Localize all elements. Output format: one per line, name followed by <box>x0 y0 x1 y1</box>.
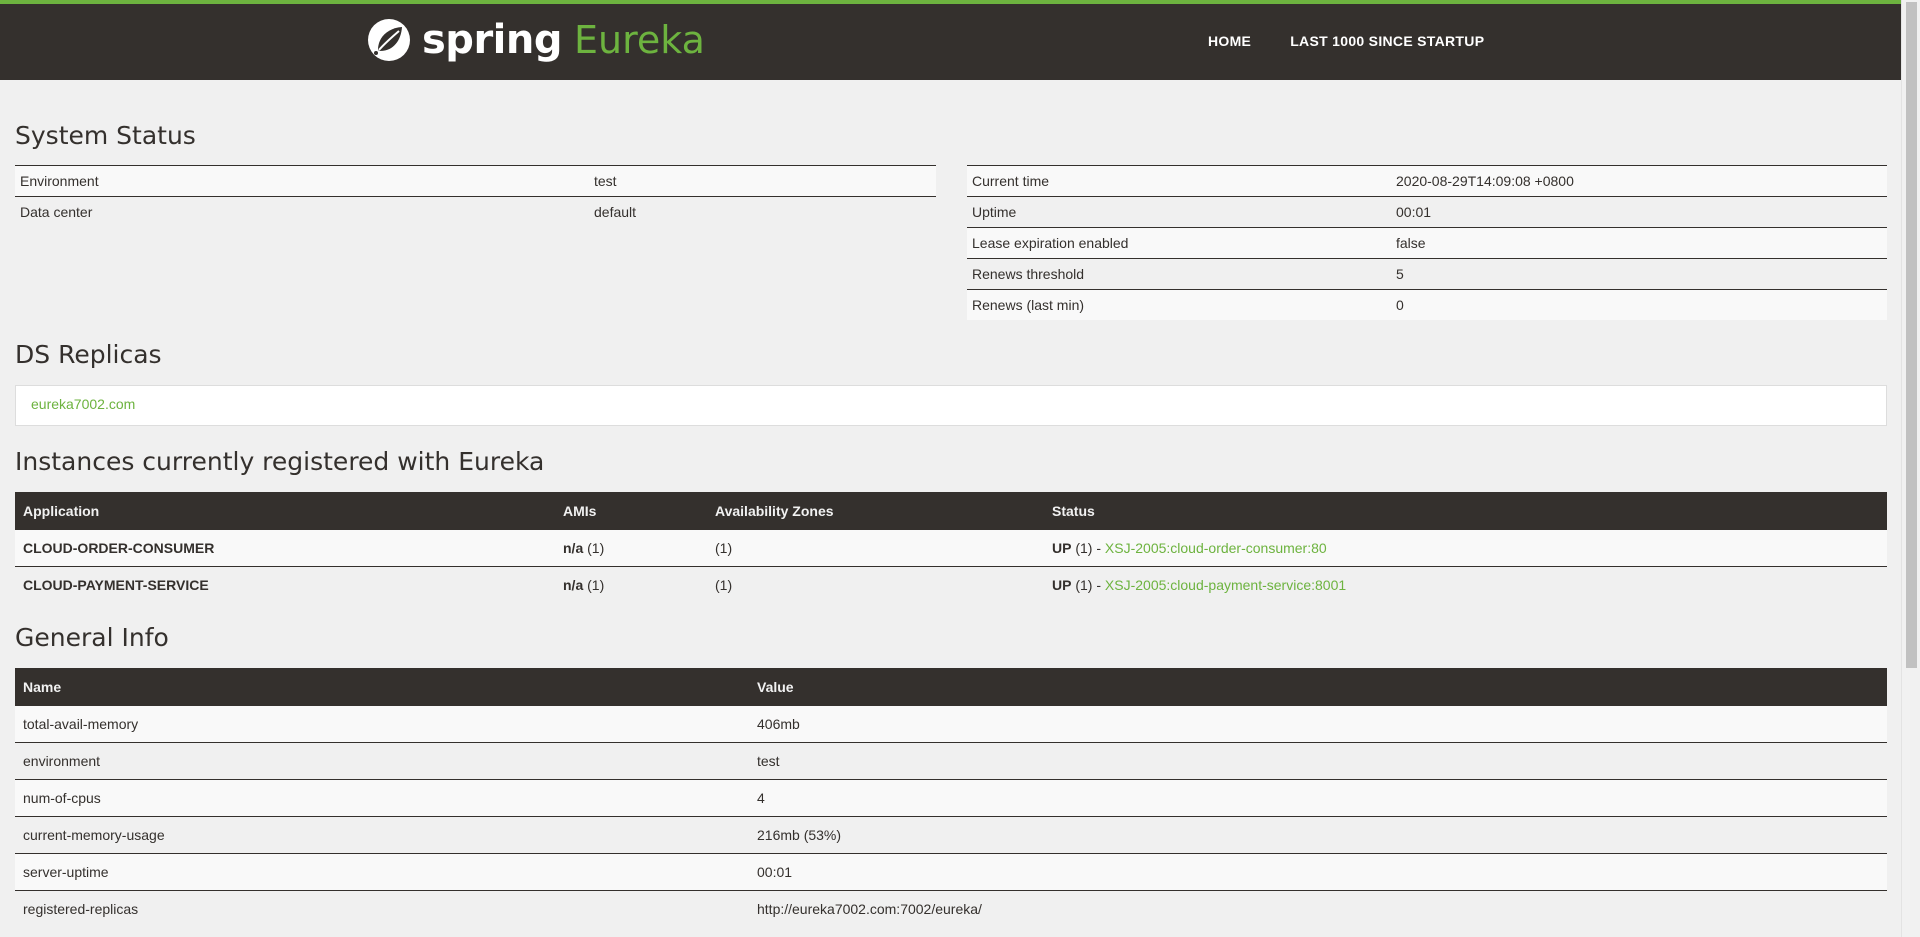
status-up: UP <box>1052 540 1072 556</box>
nav-links: HOME LAST 1000 SINCE STARTUP <box>1208 33 1484 49</box>
info-value: 4 <box>749 779 1887 817</box>
col-amis: AMIs <box>555 492 707 530</box>
info-name: num-of-cpus <box>15 779 749 817</box>
datacenter-label: Data center <box>15 196 589 227</box>
table-header-row: Application AMIs Availability Zones Stat… <box>15 492 1887 530</box>
table-row: Environment test <box>15 165 936 197</box>
ami-count: (1) <box>583 540 605 556</box>
lease-expiration-value: false <box>1391 227 1887 259</box>
table-row: Data center default <box>15 196 936 227</box>
uptime-label: Uptime <box>967 196 1391 228</box>
app-name: CLOUD-PAYMENT-SERVICE <box>15 566 555 603</box>
current-time-label: Current time <box>967 165 1391 197</box>
status-count: (1) - <box>1071 577 1105 593</box>
table-row: Current time 2020-08-29T14:09:08 +0800 <box>967 165 1887 197</box>
ami-na: n/a <box>563 540 584 556</box>
top-navbar: spring Eureka HOME LAST 1000 SINCE START… <box>0 0 1901 80</box>
table-row: Uptime 00:01 <box>967 196 1887 228</box>
table-row: environment test <box>15 742 1887 780</box>
info-value: 00:01 <box>749 853 1887 891</box>
scrollbar-thumb[interactable] <box>1906 2 1917 668</box>
renews-threshold-label: Renews threshold <box>967 258 1391 290</box>
info-value: http://eureka7002.com:7002/eureka/ <box>749 890 1887 927</box>
ami-na: n/a <box>563 577 584 593</box>
instance-link[interactable]: XSJ-2005:cloud-order-consumer:80 <box>1105 540 1327 556</box>
info-name: total-avail-memory <box>15 705 749 743</box>
table-row: Renews threshold 5 <box>967 258 1887 290</box>
ami-cell: n/a (1) <box>555 566 707 603</box>
current-time-value: 2020-08-29T14:09:08 +0800 <box>1391 165 1887 197</box>
info-value: test <box>749 742 1887 780</box>
replica-link[interactable]: eureka7002.com <box>31 396 135 412</box>
instances-table: Application AMIs Availability Zones Stat… <box>15 492 1887 603</box>
env-label: Environment <box>15 165 589 197</box>
col-name: Name <box>15 668 749 706</box>
vertical-scrollbar[interactable] <box>1901 0 1920 937</box>
col-application: Application <box>15 492 555 530</box>
table-row: Renews (last min) 0 <box>967 289 1887 320</box>
uptime-value: 00:01 <box>1391 196 1887 228</box>
renews-last-min-value: 0 <box>1391 289 1887 320</box>
general-info-table: Name Value total-avail-memory 406mb envi… <box>15 668 1887 927</box>
spring-leaf-icon <box>368 19 410 61</box>
spring-eureka-logo[interactable]: spring Eureka <box>366 15 705 65</box>
info-name: current-memory-usage <box>15 816 749 854</box>
system-status-left-table: Environment test Data center default <box>15 165 936 227</box>
status-cell: UP (1) - XSJ-2005:cloud-order-consumer:8… <box>1044 529 1887 567</box>
env-value: test <box>589 165 936 197</box>
datacenter-value: default <box>589 196 936 227</box>
table-row: num-of-cpus 4 <box>15 779 1887 817</box>
ami-count: (1) <box>583 577 605 593</box>
status-up: UP <box>1052 577 1072 593</box>
table-header-row: Name Value <box>15 668 1887 706</box>
renews-threshold-value: 5 <box>1391 258 1887 290</box>
info-value: 216mb (53%) <box>749 816 1887 854</box>
info-name: registered-replicas <box>15 890 749 927</box>
info-value: 406mb <box>749 705 1887 743</box>
col-value: Value <box>749 668 1887 706</box>
instance-link[interactable]: XSJ-2005:cloud-payment-service:8001 <box>1105 577 1346 593</box>
table-row: CLOUD-PAYMENT-SERVICE n/a (1) (1) UP (1)… <box>15 566 1887 603</box>
table-row: current-memory-usage 216mb (53%) <box>15 816 1887 854</box>
ds-replicas-title: DS Replicas <box>15 340 162 369</box>
brand-spring-text: spring <box>422 17 563 63</box>
status-count: (1) - <box>1071 540 1105 556</box>
app-name: CLOUD-ORDER-CONSUMER <box>15 529 555 567</box>
table-row: registered-replicas http://eureka7002.co… <box>15 890 1887 927</box>
replicas-list: eureka7002.com <box>15 385 1887 426</box>
col-availability-zones: Availability Zones <box>707 492 1044 530</box>
info-name: server-uptime <box>15 853 749 891</box>
ami-cell: n/a (1) <box>555 529 707 567</box>
nav-home-link[interactable]: HOME <box>1208 33 1251 49</box>
status-cell: UP (1) - XSJ-2005:cloud-payment-service:… <box>1044 566 1887 603</box>
table-row: total-avail-memory 406mb <box>15 705 1887 743</box>
renews-last-min-label: Renews (last min) <box>967 289 1391 320</box>
system-status-title: System Status <box>15 121 196 150</box>
table-row: Lease expiration enabled false <box>967 227 1887 259</box>
brand-eureka-text: Eureka <box>574 18 705 62</box>
col-status: Status <box>1044 492 1887 530</box>
lease-expiration-label: Lease expiration enabled <box>967 227 1391 259</box>
zones-cell: (1) <box>707 529 1044 567</box>
zones-cell: (1) <box>707 566 1044 603</box>
table-row: CLOUD-ORDER-CONSUMER n/a (1) (1) UP (1) … <box>15 529 1887 567</box>
general-info-title: General Info <box>15 623 169 652</box>
instances-title: Instances currently registered with Eure… <box>15 447 545 476</box>
nav-last1000-link[interactable]: LAST 1000 SINCE STARTUP <box>1290 33 1484 49</box>
system-status-right-table: Current time 2020-08-29T14:09:08 +0800 U… <box>967 165 1887 320</box>
info-name: environment <box>15 742 749 780</box>
table-row: server-uptime 00:01 <box>15 853 1887 891</box>
